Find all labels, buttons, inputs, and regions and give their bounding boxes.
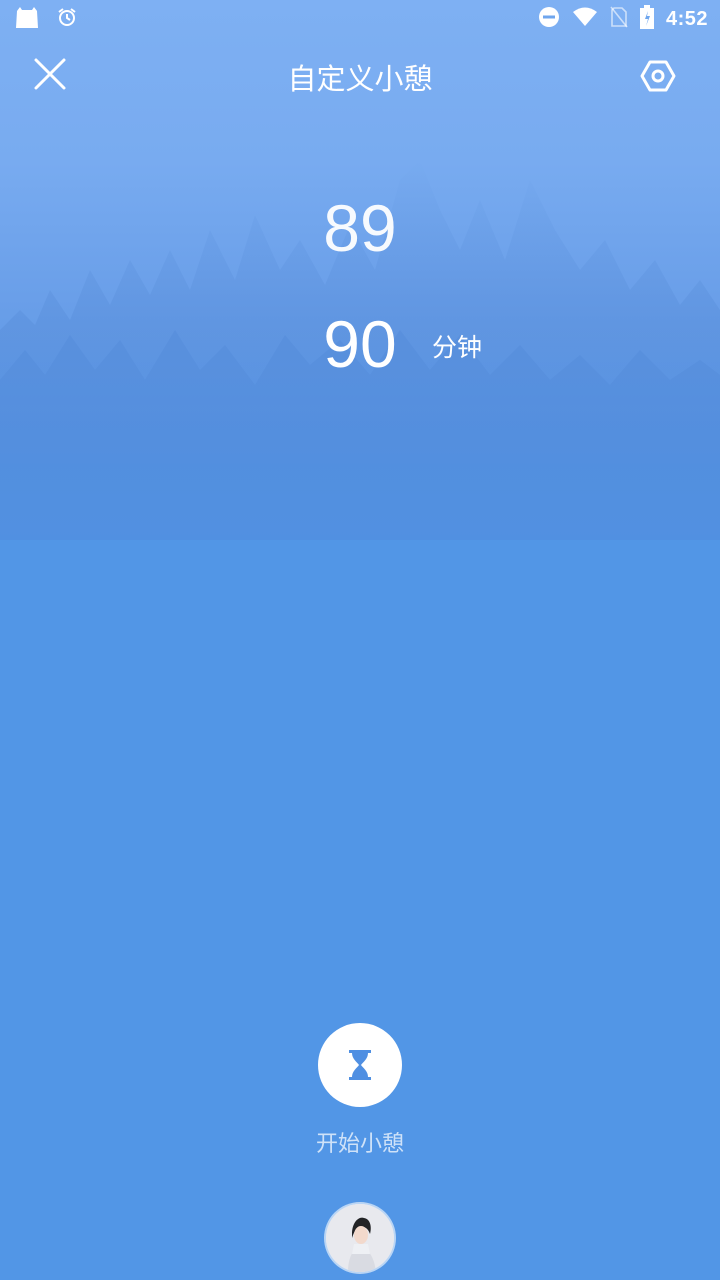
hourglass-icon [349,1050,371,1080]
start-nap-button[interactable] [318,1023,402,1107]
picker-selected-value[interactable]: 90 [0,306,720,382]
settings-button[interactable] [636,56,680,100]
picker-previous-value[interactable]: 89 [0,190,720,266]
battery-icon [639,5,654,33]
wifi-icon [572,6,598,32]
status-bar-right: 4:52 [538,5,708,33]
notification-app-icon [14,5,40,33]
avatar[interactable] [326,1204,394,1272]
settings-hexagon-icon [640,60,676,92]
alarm-icon [56,6,78,32]
avatar-image [326,1204,394,1272]
status-bar-left [14,6,78,32]
start-nap-label: 开始小憩 [315,1132,404,1157]
page-title: 自定义小憩 [287,62,433,96]
status-bar: 4:52 [0,0,720,38]
status-time: 4:52 [665,7,708,30]
picker-unit-label: 分钟 [432,333,483,362]
no-sim-icon [610,6,628,32]
header: 自定义小憩 [0,44,720,108]
do-not-disturb-icon [538,6,560,32]
